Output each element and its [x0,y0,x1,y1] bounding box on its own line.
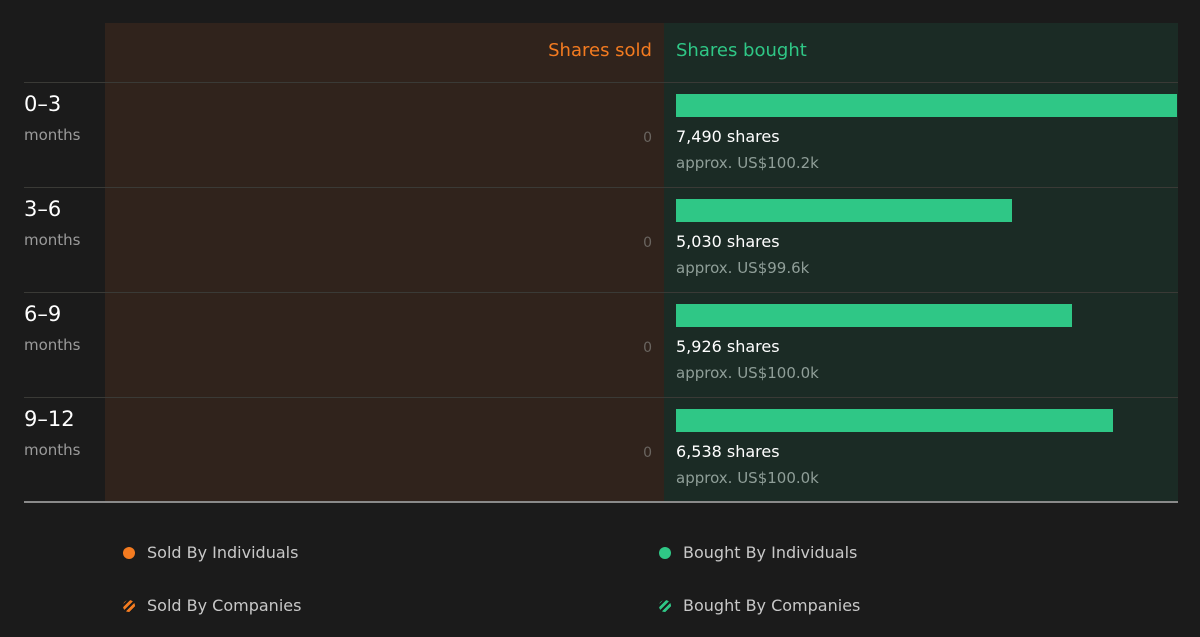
period-label: 3–6 [24,197,62,221]
shares-bought-label: 6,538 shares [676,442,780,461]
row-divider [24,187,1178,188]
legend-label: Sold By Individuals [147,543,299,562]
sold-value-label: 0 [643,445,652,461]
legend-sold-companies: Sold By Companies [123,596,301,616]
approx-value-label: approx. US$100.0k [676,364,819,382]
legend-label: Bought By Companies [683,596,861,615]
period-unit-label: months [24,231,81,249]
sold-value-label: 0 [643,235,652,251]
legend-bought-companies: Bought By Companies [659,596,860,616]
shares-sold-panel [105,23,664,501]
sold-value-label: 0 [643,130,652,146]
shares-bought-label: 5,926 shares [676,337,780,356]
insider-trading-chart: Shares sold Shares bought 0–3 months 0 7,49… [0,0,1200,510]
row-divider [24,292,1178,293]
shares-bought-label: 5,030 shares [676,232,780,251]
bought-bar [676,304,1072,327]
sold-value-label: 0 [643,340,652,356]
approx-value-label: approx. US$100.0k [676,469,819,487]
bought-bar [676,409,1113,432]
shares-bought-label: 7,490 shares [676,127,780,146]
row-divider [24,397,1178,398]
period-unit-label: months [24,441,81,459]
approx-value-label: approx. US$99.6k [676,259,810,277]
green-hatched-dot-icon [659,600,671,612]
legend-label: Sold By Companies [147,596,302,615]
orange-hatched-dot-icon [123,600,135,612]
legend-sold-individuals: Sold By Individuals [123,543,298,563]
row-divider [24,82,1178,83]
period-unit-label: months [24,126,81,144]
bought-bar [676,199,1012,222]
legend-label: Bought By Individuals [683,543,858,562]
shares-bought-header: Shares bought [676,40,807,61]
approx-value-label: approx. US$100.2k [676,154,819,172]
orange-dot-icon [123,547,135,559]
period-label: 9–12 [24,407,75,431]
period-unit-label: months [24,336,81,354]
chart-baseline [24,501,1178,503]
bought-bar [676,94,1177,117]
legend-bought-individuals: Bought By Individuals [659,543,857,563]
period-label: 6–9 [24,302,62,326]
green-dot-icon [659,547,671,559]
period-label: 0–3 [24,92,62,116]
shares-sold-header: Shares sold [548,40,652,61]
